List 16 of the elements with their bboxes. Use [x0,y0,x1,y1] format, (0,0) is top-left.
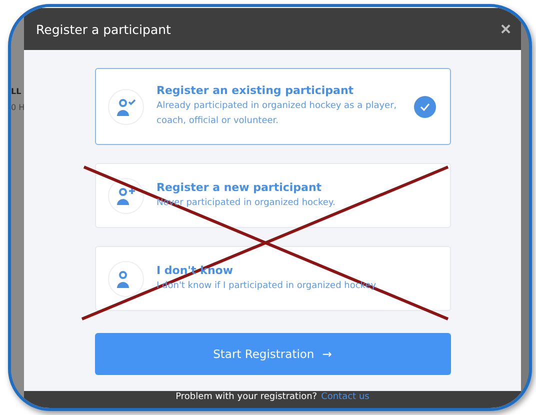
option-title: Register an existing participant [156,84,355,97]
option-description: Already participated in organized hockey as a player, coach, official or volunteer. [156,100,398,128]
option-title: Register a new participant [156,180,323,194]
person-icon [108,178,144,214]
background-text: 0 H [11,103,25,112]
option-card[interactable]: Register an existing participant Already participated in organized hockey as a player, coach, official or volunteer. [94,68,450,145]
person-icon [108,88,144,124]
contact-link[interactable]: Contact us [321,392,370,402]
checkmark-icon [414,96,436,118]
background-text: LL [11,87,22,96]
footer-text: Problem with your registration? [176,392,318,402]
start-registration-button[interactable]: Start Registration → [94,333,450,375]
option-title: I don't know [156,264,234,276]
close-button[interactable]: × [500,20,511,38]
person-icon [108,260,144,296]
dialog-title: Register a participant [36,22,171,36]
